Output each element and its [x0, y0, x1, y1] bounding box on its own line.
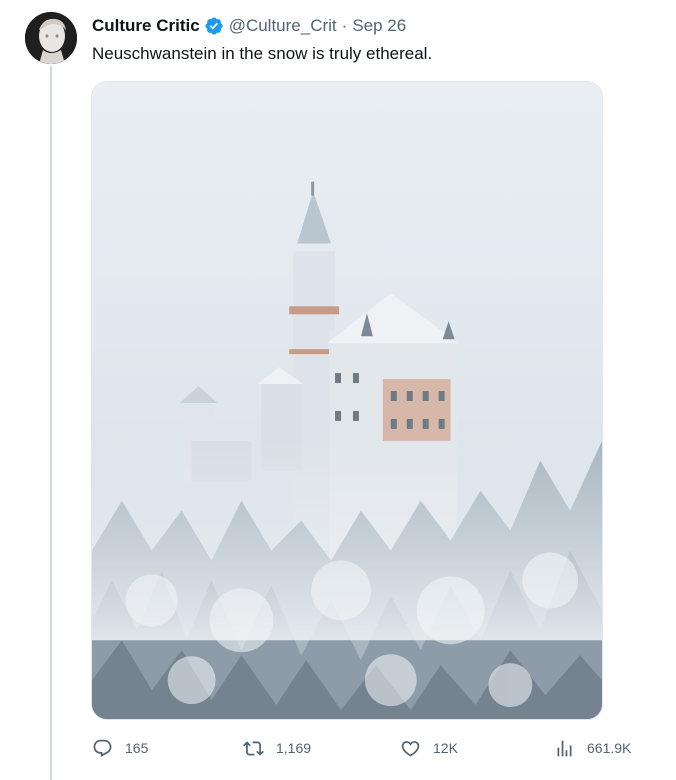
repost-icon: [243, 740, 264, 756]
tweet-date[interactable]: Sep 26: [352, 16, 406, 36]
repost-button[interactable]: 1,169: [243, 736, 311, 760]
repost-count: 1,169: [276, 740, 312, 756]
separator-dot: ·: [341, 16, 348, 35]
like-button[interactable]: 12K: [400, 736, 458, 760]
view-count: 661.9K: [587, 740, 632, 756]
avatar-image: [25, 12, 77, 64]
avatar[interactable]: [25, 12, 77, 64]
author-name[interactable]: Culture Critic: [92, 16, 200, 36]
heart-icon: [401, 740, 420, 757]
reply-icon: [93, 739, 112, 757]
tweet-text: Neuschwanstein in the snow is truly ethe…: [92, 44, 433, 63]
tweet-actions: 165 1,169 12K 661.9K: [92, 736, 642, 760]
thread-line: [50, 66, 52, 780]
verified-badge-icon: [205, 17, 223, 35]
reply-count: 165: [125, 740, 149, 756]
views-button[interactable]: 661.9K: [554, 736, 631, 760]
tweet-image[interactable]: [91, 81, 603, 720]
author-handle[interactable]: @Culture_Crit: [229, 16, 337, 36]
reply-button[interactable]: 165: [92, 736, 148, 760]
castle-photo: [92, 82, 602, 719]
tweet-header: Culture Critic @Culture_Crit · Sep 26: [92, 14, 406, 38]
analytics-icon: [557, 740, 572, 756]
like-count: 12K: [433, 740, 458, 756]
